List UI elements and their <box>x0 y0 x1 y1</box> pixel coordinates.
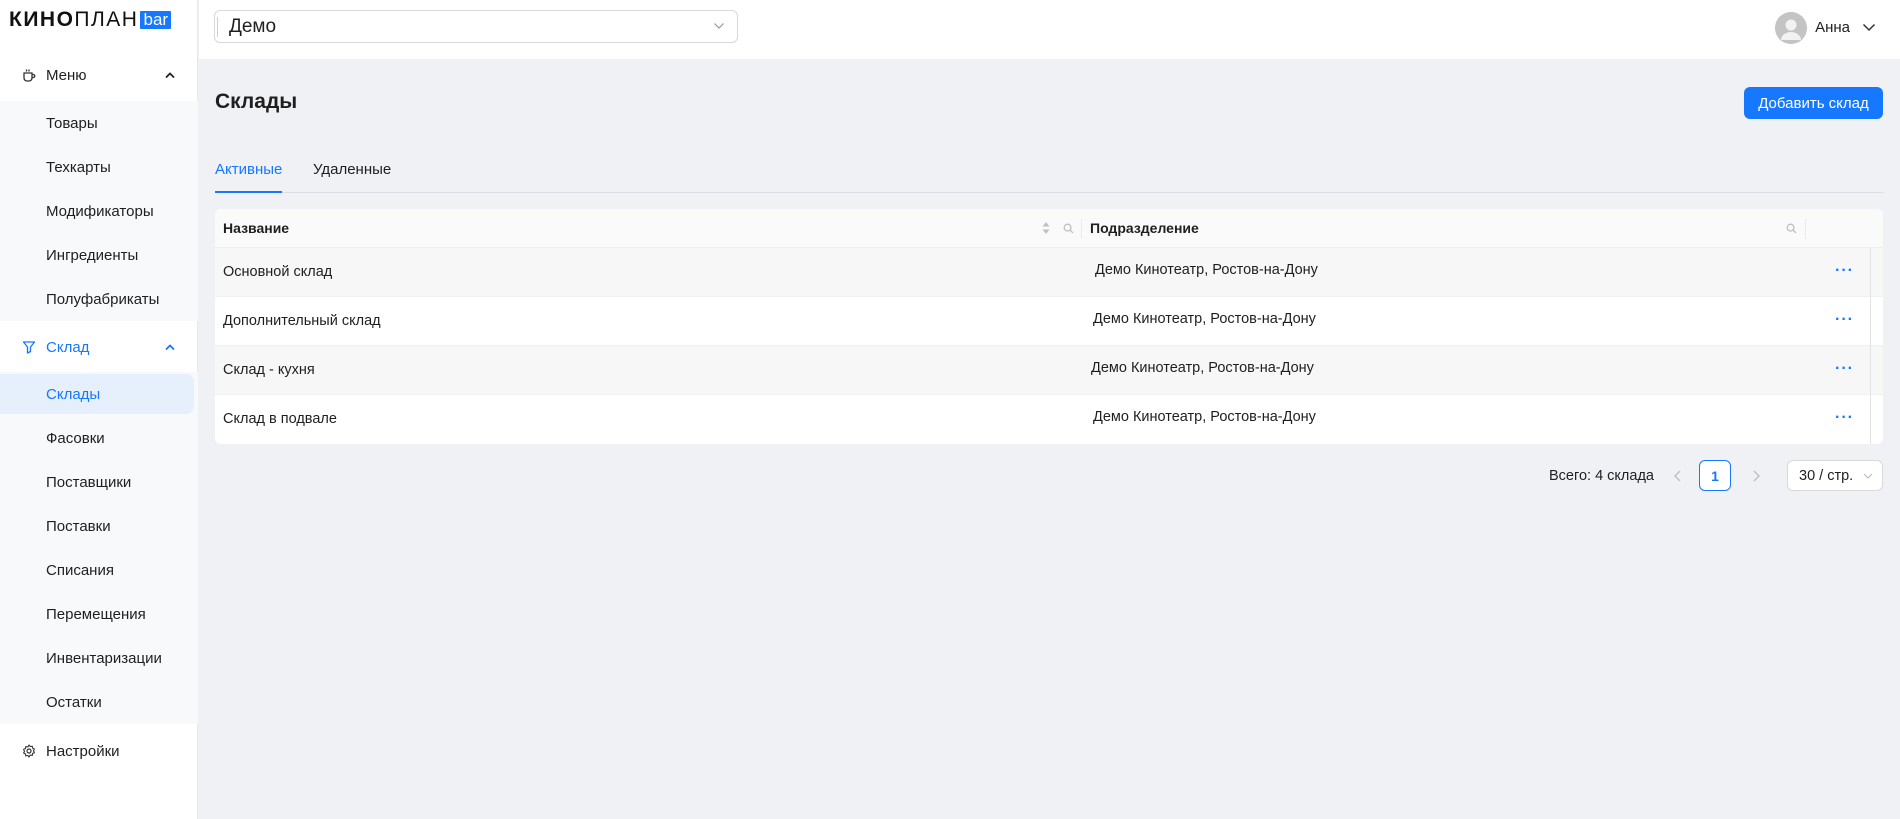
column-separator <box>1081 219 1082 239</box>
column-header-division[interactable]: Подразделение <box>1090 220 1199 236</box>
sidebar-group-menu-label: Меню <box>46 66 87 84</box>
sidebar-item-semifinished[interactable]: Полуфабрикаты <box>0 277 198 321</box>
brand-logo-part2: ПЛАН <box>74 8 139 31</box>
tabs: Активные Удаленные <box>215 158 1883 193</box>
chevron-down-icon <box>1863 473 1873 479</box>
more-actions-icon[interactable]: ··· <box>1835 359 1855 379</box>
table-header: Название Подразделение <box>215 209 1883 248</box>
cell-name: Склад в подвале <box>223 411 337 427</box>
table-row[interactable]: Склад в подвале Демо Кинотеатр, Ростов-н… <box>215 395 1883 444</box>
page-size-value: 30 / стр. <box>1799 467 1854 484</box>
pagination-next-icon[interactable] <box>1746 466 1766 486</box>
cell-division: Демо Кинотеатр, Ростов-на-Дону <box>1093 311 1316 327</box>
chevron-up-icon <box>165 344 175 350</box>
sidebar-warehouse-submenu: Склады Фасовки Поставщики Поставки Списа… <box>0 372 198 724</box>
page-size-select[interactable]: 30 / стр. <box>1787 460 1883 491</box>
more-actions-icon[interactable]: ··· <box>1835 261 1855 281</box>
chevron-down-icon <box>714 23 724 29</box>
more-actions-icon[interactable]: ··· <box>1835 408 1855 428</box>
sidebar-item-inventories[interactable]: Инвентаризации <box>0 636 198 680</box>
cell-division: Демо Кинотеатр, Ростов-на-Дону <box>1091 360 1314 376</box>
pagination-page-1[interactable]: 1 <box>1699 460 1731 491</box>
cell-name: Склад - кухня <box>223 362 315 378</box>
gear-icon <box>23 744 35 758</box>
brand-logo-part1: КИНО <box>9 8 75 31</box>
column-separator <box>1805 219 1806 239</box>
warehouses-table: Название Подразделение Основной склад Де… <box>215 209 1883 444</box>
chevron-down-icon <box>1862 23 1876 32</box>
sort-icon[interactable] <box>1041 221 1051 235</box>
tab-deleted[interactable]: Удаленные <box>313 158 391 193</box>
table-scrollbar[interactable] <box>1870 248 1871 444</box>
add-warehouse-button[interactable]: Добавить склад <box>1744 87 1883 119</box>
pagination-total: Всего: 4 склада <box>1549 468 1654 484</box>
search-icon[interactable] <box>1786 223 1797 234</box>
sidebar-item-writeoffs[interactable]: Списания <box>0 548 198 592</box>
cell-name: Дополнительный склад <box>223 313 381 329</box>
table-row[interactable]: Основной склад Демо Кинотеатр, Ростов-на… <box>215 248 1883 297</box>
funnel-icon <box>22 341 36 354</box>
user-name: Анна <box>1815 19 1850 36</box>
user-avatar-icon <box>1775 11 1808 44</box>
user-menu[interactable]: Анна <box>1775 11 1876 44</box>
pagination-prev-icon[interactable] <box>1668 466 1688 486</box>
topbar: Демо Анна <box>199 0 1900 59</box>
sidebar-item-products[interactable]: Товары <box>0 101 198 145</box>
sidebar-group-menu[interactable]: Меню <box>0 55 198 95</box>
sidebar-item-modifiers[interactable]: Модификаторы <box>0 189 198 233</box>
sidebar-item-settings-label: Настройки <box>46 742 120 760</box>
tab-active[interactable]: Активные <box>215 158 283 193</box>
sidebar-item-ingredients[interactable]: Ингредиенты <box>0 233 198 277</box>
more-actions-icon[interactable]: ··· <box>1835 310 1855 330</box>
column-header-name[interactable]: Название <box>223 220 289 236</box>
sidebar-item-packaging[interactable]: Фасовки <box>0 416 198 460</box>
brand-logo-badge: bar <box>140 11 172 29</box>
table-row[interactable]: Склад - кухня Демо Кинотеатр, Ростов-на-… <box>215 346 1883 395</box>
sidebar-group-warehouse-label: Склад <box>46 338 90 356</box>
organization-select-value: Демо <box>229 15 277 37</box>
search-icon[interactable] <box>1063 223 1074 234</box>
sidebar-menu-submenu: Товары Техкарты Модификаторы Ингредиенты… <box>0 101 198 321</box>
sidebar-group-warehouse[interactable]: Склад <box>0 327 198 367</box>
sidebar-item-settings[interactable]: Настройки <box>0 731 198 771</box>
sidebar: КИНО ПЛАН bar Меню Товары Техкарты Модифик… <box>0 0 198 819</box>
cell-division: Демо Кинотеатр, Ростов-на-Дону <box>1095 262 1318 278</box>
sidebar-item-deliveries[interactable]: Поставки <box>0 504 198 548</box>
coffee-cup-icon <box>23 69 36 82</box>
page-title: Склады <box>215 90 298 113</box>
chevron-up-icon <box>165 72 175 78</box>
brand-logo: КИНО ПЛАН bar <box>9 8 172 31</box>
avatar <box>1775 11 1808 44</box>
cell-division: Демо Кинотеатр, Ростов-на-Дону <box>1093 409 1316 425</box>
sidebar-item-transfers[interactable]: Перемещения <box>0 592 198 636</box>
cell-name: Основной склад <box>223 264 333 280</box>
sidebar-item-stock[interactable]: Остатки <box>0 680 198 724</box>
sidebar-item-warehouses[interactable]: Склады <box>0 374 194 414</box>
organization-select[interactable]: Демо <box>214 10 738 43</box>
sidebar-item-suppliers[interactable]: Поставщики <box>0 460 198 504</box>
table-row[interactable]: Дополнительный склад Демо Кинотеатр, Рос… <box>215 297 1883 346</box>
sidebar-item-techcards[interactable]: Техкарты <box>0 145 198 189</box>
